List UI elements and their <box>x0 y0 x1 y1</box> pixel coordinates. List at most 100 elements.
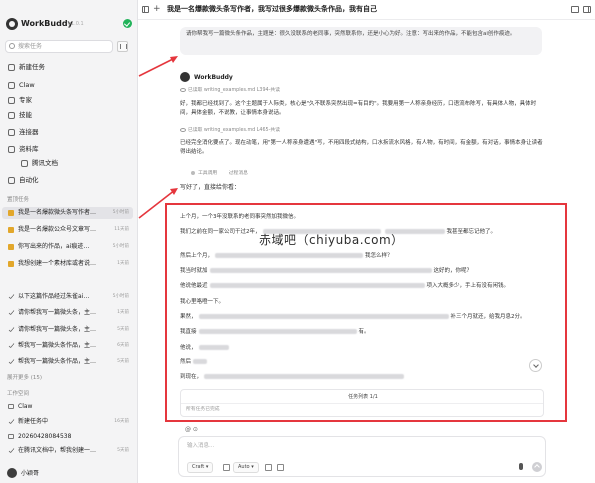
nav-new-task[interactable]: 新建任务 <box>0 61 138 74</box>
task-item[interactable]: 帮我写一篇微头条作品，主… 6天前 <box>2 340 133 352</box>
read-file-text: 已读取 writing_examples.md L465-共读 <box>188 128 280 133</box>
search-input[interactable]: 搜索任务 <box>5 40 113 53</box>
window-icon[interactable] <box>571 6 579 13</box>
redacted-text <box>198 314 449 319</box>
task-item[interactable]: 请你帮我写一篇微头条，主… 1天前 <box>2 307 133 319</box>
nav-claw[interactable]: Claw <box>0 79 138 92</box>
task-time: 5天前 <box>117 448 129 453</box>
library-icon <box>8 146 15 153</box>
status-ok-icon <box>123 19 132 28</box>
message-composer[interactable]: 输入消息... Craft ▾ Auto ▾ <box>178 436 546 477</box>
eye-icon <box>180 127 186 132</box>
eye-icon <box>180 87 186 92</box>
answer-text: 上个月，一个3年没联系的老同事突然加我微信。 <box>180 214 300 220</box>
nav-tencent-docs[interactable]: 腾讯文档 <box>0 157 138 170</box>
answer-line: 果然， 补三个月就还，给我月息2分。 <box>180 313 526 321</box>
arrowhead <box>170 188 178 195</box>
task-item[interactable]: 以下这篇作品经过朱雀ai… 5小时前 <box>2 291 133 303</box>
assistant-paragraph: 已经完全消化要点了。现在动笔，用"第一人称亲身遭遇"写，不用四段式结构，口水拆流… <box>180 140 543 155</box>
watermark-text: 赤域吧（chiyuba.com） <box>259 233 404 247</box>
mode-selector[interactable]: Craft ▾ <box>187 462 214 473</box>
task-item[interactable]: 你写出来的作品，ai痕迹… 5小时前 <box>2 241 133 253</box>
workspace-label: Claw <box>18 403 33 410</box>
task-list-status: 所有任务已完成 <box>186 407 220 412</box>
task-item[interactable]: 请你帮我写一篇微头条，主… 5天前 <box>2 324 133 336</box>
answer-text: 然后上个月， <box>180 253 214 259</box>
answer-text: 果然， <box>180 314 197 320</box>
microphone-icon[interactable] <box>519 463 523 470</box>
attach-icon[interactable] <box>265 464 272 471</box>
image-icon[interactable] <box>223 464 230 471</box>
composer-placeholder: 输入消息... <box>187 443 215 449</box>
answer-tail: 我怎么样？ <box>365 253 393 259</box>
show-more-link[interactable]: 展开更多 (15) <box>7 374 42 383</box>
settings-icon[interactable] <box>277 464 284 471</box>
page-title: 我是一名爆款微头条写作者，我写过很多爆款微头条作品，我有自己 <box>167 5 377 13</box>
model-selector[interactable]: Auto ▾ <box>233 462 259 473</box>
mention-icon[interactable]: @ ⊙ <box>185 426 198 434</box>
process-msg-tab[interactable]: 过程消息 <box>229 171 248 176</box>
answer-line: 上个月，一个3年没联系的老同事突然加我微信。 <box>180 213 299 221</box>
answer-text: 我心里咯噔一下。 <box>180 299 225 305</box>
pin-icon <box>8 227 14 233</box>
tool-call-tab[interactable]: 工具调用 <box>191 170 218 176</box>
workspace-label: 20260428084538 <box>18 433 72 440</box>
divider <box>181 403 543 404</box>
check-icon <box>8 292 15 300</box>
new-tab-icon[interactable]: + <box>153 3 161 15</box>
task-time: 5小时前 <box>112 244 129 249</box>
task-item[interactable]: 我是一名爆款微头条写作者… 5小时前 <box>2 207 133 219</box>
pin-icon <box>8 244 14 250</box>
answer-line: 我直接 有。 <box>180 328 370 336</box>
plus-icon <box>8 64 15 71</box>
nav-connectors[interactable]: 连接器 <box>0 126 138 139</box>
nav-automation[interactable]: 自动化 <box>0 174 138 187</box>
check-icon <box>8 357 15 365</box>
task-label: 帮我写一篇微头条作品，主… <box>18 342 97 349</box>
task-item[interactable]: 我是一名爆款公众号文章写… 11天前 <box>2 224 133 236</box>
task-time: 11天前 <box>114 227 129 232</box>
search-placeholder: 搜索任务 <box>18 43 43 50</box>
filter-button[interactable] <box>117 41 128 52</box>
read-file-row[interactable]: 已读取 writing_examples.md L394-共读 <box>180 87 280 95</box>
tool-tabs: 工具调用 过程消息 <box>191 170 258 178</box>
search-icon <box>9 43 15 49</box>
answer-text: 他说他最近 <box>180 283 208 289</box>
arrow-to-user-message <box>138 57 176 77</box>
answer-text: 我当时就加 <box>180 268 208 274</box>
task-list-panel[interactable]: 任务列表 1/1 所有任务已完成 <box>180 389 544 417</box>
redacted-text <box>215 253 364 258</box>
user-name[interactable]: 小颖哥 <box>21 469 39 478</box>
process-msg-label: 过程消息 <box>228 171 248 176</box>
nav-experts[interactable]: 专家 <box>0 94 138 107</box>
answer-text: 到现在， <box>180 374 203 380</box>
check-icon <box>8 308 15 316</box>
avatar[interactable] <box>7 468 17 478</box>
panel-toggle-icon[interactable] <box>583 6 591 13</box>
mode-label: Craft <box>192 464 205 470</box>
nav-library[interactable]: 资料库 <box>0 143 138 156</box>
assistant-avatar <box>180 72 190 82</box>
task-item[interactable]: 我想创建一个素材库或者说… 1天前 <box>2 258 133 270</box>
task-label: 帮我写一篇微头条作品，主… <box>18 358 97 365</box>
answer-line: 他说， <box>180 344 231 352</box>
send-button[interactable] <box>532 462 542 472</box>
sidebar-toggle-icon[interactable] <box>142 6 149 13</box>
task-time: 5天前 <box>117 359 129 364</box>
redacted-text <box>198 329 357 334</box>
task-item[interactable]: 帮我写一篇微头条作品，主… 5天前 <box>2 356 133 368</box>
workspace-item[interactable]: Claw <box>2 401 133 413</box>
check-icon <box>8 417 15 425</box>
workspace-item[interactable]: 在腾讯文档中，帮我创建一… 5天前 <box>2 445 133 457</box>
workspace-item[interactable]: 新建任务中 16天前 <box>2 416 133 428</box>
claw-icon <box>8 82 15 89</box>
tool-call-label: 工具调用 <box>198 171 218 176</box>
assistant-paragraph: 好，我都已经找到了。这个主题属于人际类，核心是"久不联系突然出现=有目的"。我要… <box>180 101 537 116</box>
nav-skills[interactable]: 技能 <box>0 109 138 122</box>
model-label: Auto <box>238 464 250 470</box>
app-version: v1.0.1 <box>68 21 84 27</box>
scroll-down-button[interactable] <box>529 359 542 372</box>
workspace-item[interactable]: 20260428084538 <box>2 431 133 443</box>
nav-label: Claw <box>19 81 35 89</box>
read-file-row[interactable]: 已读取 writing_examples.md L465-共读 <box>180 127 280 135</box>
